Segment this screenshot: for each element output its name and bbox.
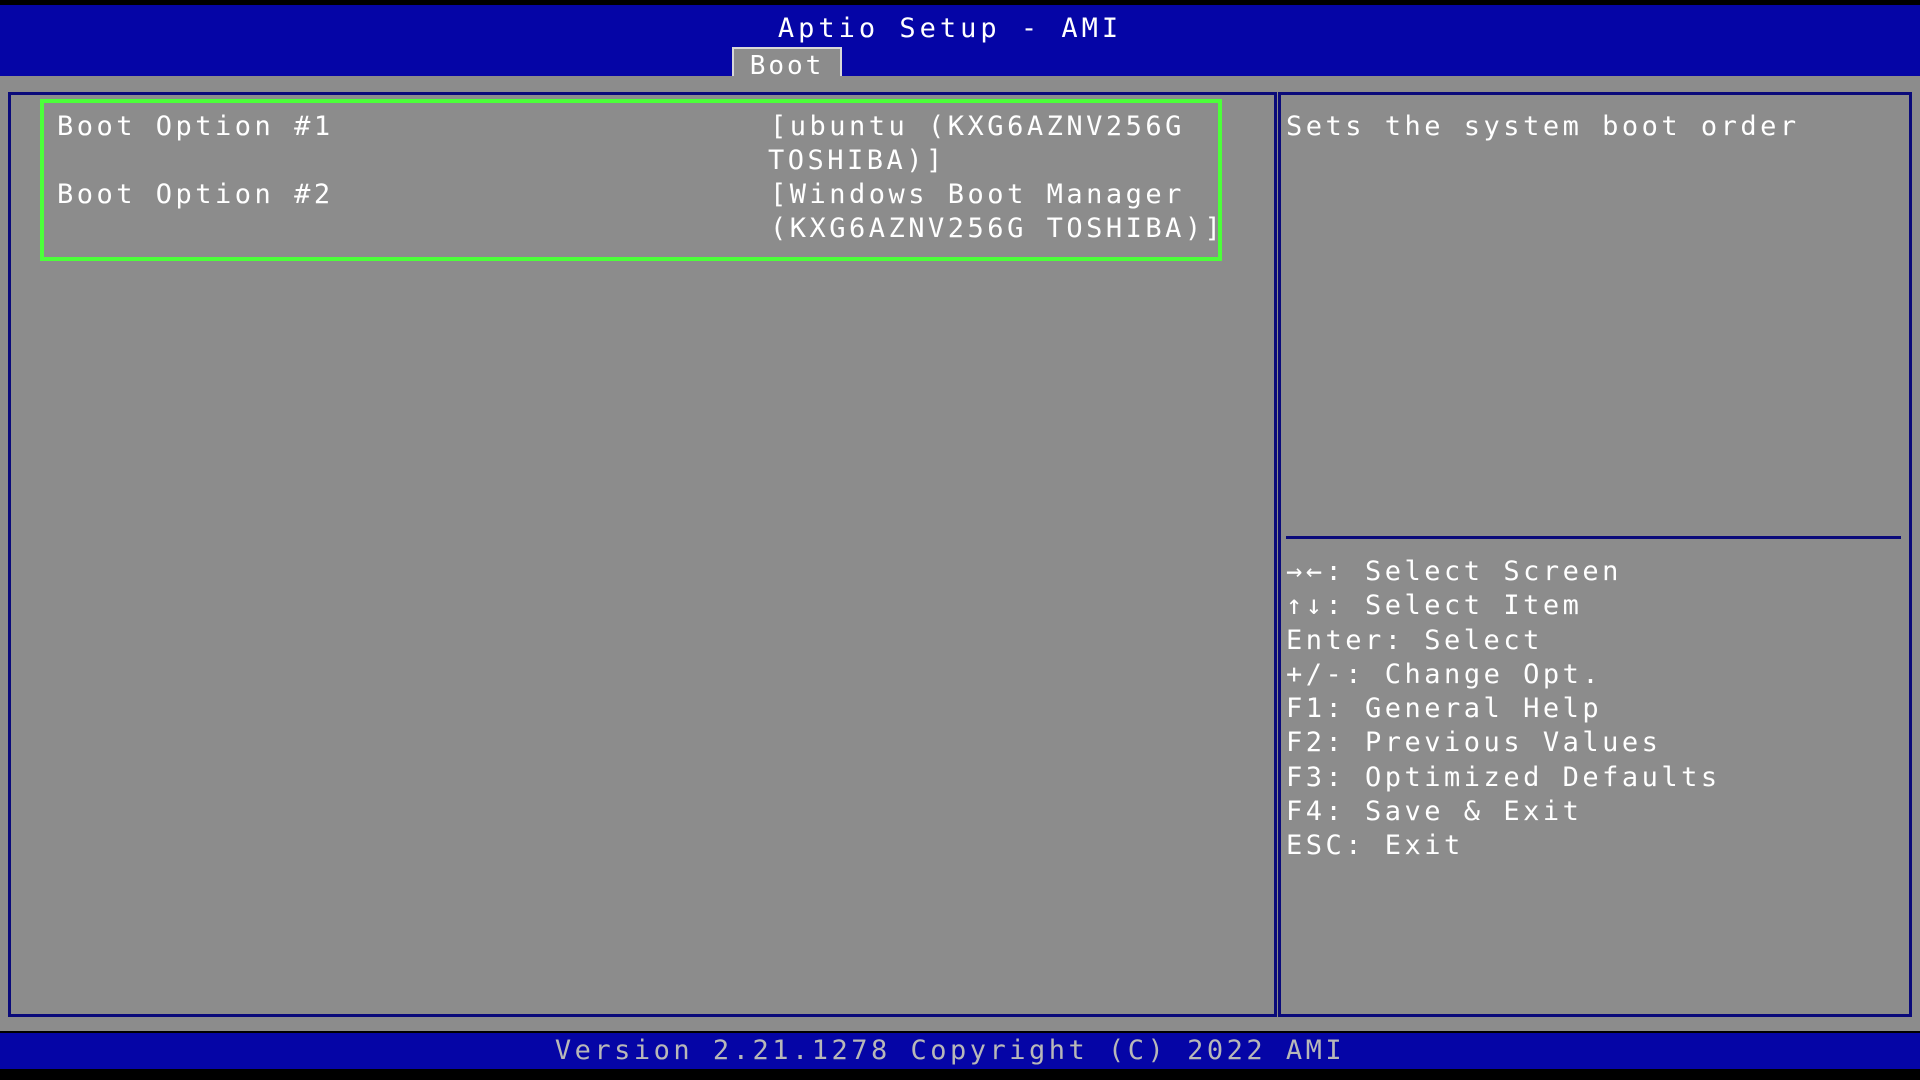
key-line-f1: F1: General Help [1286, 693, 1603, 725]
key-line-f4: F4: Save & Exit [1286, 796, 1583, 828]
version-text: Version 2.21.1278 Copyright (C) 2022 AMI [554, 1035, 1346, 1066]
key-line-select-screen: →←: Select Screen [1286, 556, 1622, 587]
boot-option-1-value-line1[interactable]: [ubuntu (KXG6AZNV256G [770, 110, 1185, 144]
arrows-up-down-icon: ↑↓ [1286, 590, 1326, 622]
key-line-enter: Enter: Select [1286, 624, 1543, 656]
help-divider [1286, 536, 1901, 539]
app-title: Aptio Setup - AMI [777, 13, 1123, 44]
key-line-f3: F3: Optimized Defaults [1286, 761, 1721, 793]
key-line-select-item: ↑↓: Select Item [1286, 590, 1583, 622]
footer-bar: Version 2.21.1278 Copyright (C) 2022 AMI [0, 1033, 1920, 1069]
boot-option-1-value-line2[interactable]: TOSHIBA)] [768, 144, 946, 178]
boot-option-1-label[interactable]: Boot Option #1 [57, 110, 334, 144]
key-legend: →←: Select Screen ↑↓: Select Item Enter:… [1286, 555, 1721, 864]
key-line-f2: F2: Previous Values [1286, 727, 1662, 759]
help-description: Sets the system boot order [1286, 111, 1800, 142]
header-bar: Aptio Setup - AMI Boot [0, 5, 1920, 81]
key-line-change-opt: +/-: Change Opt. [1286, 658, 1603, 690]
key-line-esc: ESC: Exit [1286, 830, 1464, 862]
boot-option-2-label[interactable]: Boot Option #2 [57, 178, 334, 212]
arrows-left-right-icon: →← [1286, 556, 1326, 587]
boot-option-2-value-line2[interactable]: (KXG6AZNV256G TOSHIBA)] [770, 212, 1224, 246]
boot-option-2-value-line1[interactable]: [Windows Boot Manager [770, 178, 1185, 212]
